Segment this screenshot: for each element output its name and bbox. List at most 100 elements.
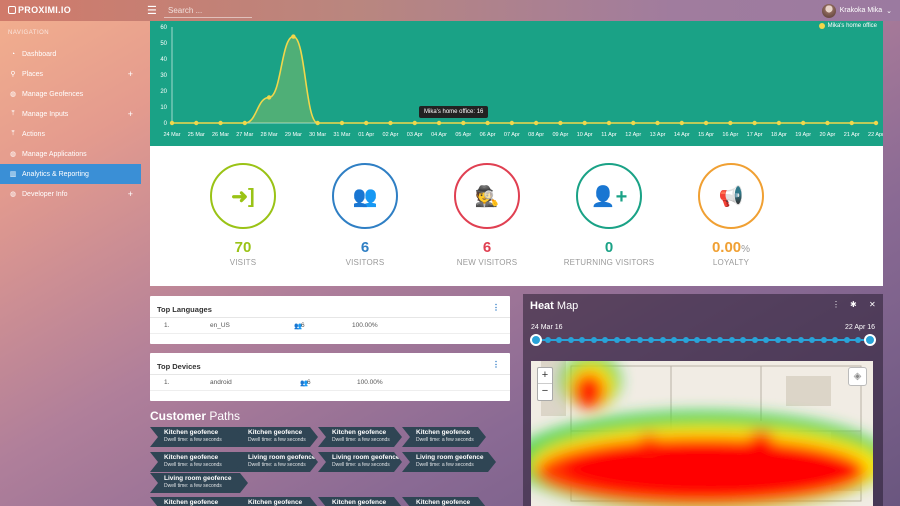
slider-tick	[832, 337, 839, 343]
sidebar-item-developer-info[interactable]: ◍ Developer Info +	[0, 184, 141, 204]
stat-visits: ➜] 70 VISITS	[183, 163, 303, 267]
x-tick-label: 26 Mar	[212, 132, 229, 138]
path-step: Kitchen geofenceDwell time: a few second…	[402, 497, 486, 506]
zoom-control: + −	[537, 367, 553, 401]
x-tick-label: 16 Apr	[722, 132, 738, 138]
plus-icon[interactable]: +	[128, 189, 133, 199]
kebab-menu-icon[interactable]: ⋮	[492, 303, 500, 312]
stat-value: 0	[604, 239, 614, 256]
zoom-in-button[interactable]: +	[538, 368, 552, 384]
data-point	[169, 120, 175, 126]
x-tick-label: 25 Mar	[188, 132, 205, 138]
stat-circle: ➜]	[210, 163, 276, 229]
series-area	[172, 36, 876, 123]
x-tick-label: 04 Apr	[431, 132, 447, 138]
slider-track	[537, 339, 869, 341]
slider-tick	[774, 337, 781, 343]
x-tick-label: 01 Apr	[358, 132, 374, 138]
visits-line-chart: 0 10 20 30 40 50 60 24 Mar 25 Mar 26 Mar 27 Mar 28 …	[160, 25, 883, 138]
data-point	[558, 120, 563, 126]
slider-tick	[740, 337, 747, 343]
sidebar-item-label: Manage Applications	[22, 150, 87, 158]
stat-label: VISITORS	[345, 258, 385, 267]
sidebar-item-analytics-reporting[interactable]: ▥ Analytics & Reporting	[0, 164, 141, 184]
data-point	[339, 120, 345, 126]
chart-legend[interactable]: Mika's home office	[818, 23, 877, 29]
slider-tick	[809, 337, 816, 343]
user-menu[interactable]: Krakoka Mika ⌄	[821, 3, 892, 18]
x-tick-label: 28 Mar	[261, 132, 278, 138]
zoom-out-button[interactable]: −	[538, 384, 552, 400]
x-tick-label: 09 Apr	[552, 132, 568, 138]
sidebar-item-dashboard[interactable]: ◔ Dashboard	[0, 44, 141, 64]
y-tick-label: 10	[160, 105, 167, 111]
close-icon[interactable]: ✕	[869, 300, 876, 309]
sidebar-item-actions[interactable]: ⤒ Actions	[0, 124, 141, 144]
top-languages-title: Top Languages	[157, 305, 212, 314]
slider-start-label: 24 Mar 16	[531, 324, 563, 331]
search-input[interactable]	[164, 3, 252, 18]
heat-map-title: Heat Map	[530, 300, 579, 312]
stat-value: 70	[234, 239, 252, 256]
stat-label: VISITS	[229, 258, 257, 267]
slider-start-handle[interactable]	[530, 334, 542, 346]
sidebar-item-label: Analytics & Reporting	[22, 170, 89, 178]
users-icon: 👥	[352, 185, 378, 208]
stat-loyalty: 📢 0.00% LOYALTY	[671, 163, 791, 267]
data-point	[509, 120, 515, 126]
sidebar-item-manage-inputs[interactable]: ⤒ Manage Inputs +	[0, 104, 141, 124]
data-point	[582, 120, 587, 126]
slider-tick	[556, 337, 563, 343]
slider-end-label: 22 Apr 16	[845, 324, 875, 331]
x-tick-label: 02 Apr	[383, 132, 399, 138]
top-languages-panel: Top Languages ⋮ 1. en_US 👥 6 100.00%	[150, 296, 510, 344]
stats-panel: ➜] 70 VISITS 👥 6 VISITORS 🕵 6 NEW VISITORS 👤+ 0 RET…	[150, 146, 883, 286]
path-step: Living room geofence Dwell time: a few se…	[150, 473, 248, 493]
date-range-slider[interactable]	[530, 334, 876, 346]
stat-label: RETURNING VISITORS	[563, 258, 655, 267]
slider-tick	[590, 337, 597, 343]
path-step: Living room geofence Dwell time: a few se…	[318, 452, 402, 472]
bar-chart-icon: ▥	[9, 171, 17, 178]
x-tick-label: 31 Mar	[333, 132, 350, 138]
data-point	[315, 120, 320, 126]
data-point	[194, 120, 199, 126]
dashboard-icon: ◔	[10, 50, 16, 58]
menu-toggle-icon[interactable]: ☰	[147, 4, 157, 17]
top-bar: PROXIMI.IO ☰ Krakoka Mika ⌄	[0, 0, 900, 21]
stat-circle: 👥	[332, 163, 398, 229]
slider-end-handle[interactable]	[864, 334, 876, 346]
stat-circle: 👤+	[576, 163, 642, 229]
map-pin-icon: ⚲	[10, 71, 16, 78]
upload-icon: ⤒	[11, 130, 15, 137]
sidebar-item-places[interactable]: ⚲ Places +	[0, 64, 141, 84]
x-tick-label: 06 Apr	[480, 132, 496, 138]
x-tick-label: 24 Mar	[163, 132, 180, 138]
data-point	[655, 120, 660, 126]
path-step: Kitchen geofenceDwell time: a few second…	[402, 427, 486, 447]
sidebar: NAVIGATION ◔ Dashboard ⚲ Places + ◍ Manage Geo…	[0, 21, 141, 506]
heat-map-view[interactable]: + − ◈	[531, 361, 873, 506]
sidebar-item-label: Places	[22, 70, 44, 78]
sidebar-item-manage-geofences[interactable]: ◍ Manage Geofences	[0, 84, 141, 104]
kebab-menu-icon[interactable]: ⋮	[492, 360, 500, 369]
brand-logo[interactable]: PROXIMI.IO	[8, 5, 71, 15]
floor-plan-heatmap	[531, 361, 873, 506]
x-tick-label: 15 Apr	[698, 132, 714, 138]
slider-tick	[613, 337, 620, 343]
sidebar-item-label: Developer Info	[22, 190, 68, 198]
plus-icon[interactable]: +	[128, 109, 133, 119]
kebab-menu-icon[interactable]: ⋮	[832, 300, 840, 309]
layers-icon[interactable]: ◈	[848, 367, 867, 386]
data-point	[364, 120, 369, 126]
gear-icon[interactable]: ✱	[850, 300, 857, 309]
sidebar-item-manage-applications[interactable]: ◍ Manage Applications	[0, 144, 141, 164]
plus-icon[interactable]: +	[128, 69, 133, 79]
stat-value: 6	[360, 239, 370, 256]
x-tick-label: 03 Apr	[407, 132, 423, 138]
data-point	[266, 95, 272, 100]
data-point	[461, 120, 466, 126]
data-point	[800, 120, 806, 126]
x-tick-label: 22 Apr	[868, 132, 883, 138]
x-tick-label: 07 Apr	[504, 132, 520, 138]
